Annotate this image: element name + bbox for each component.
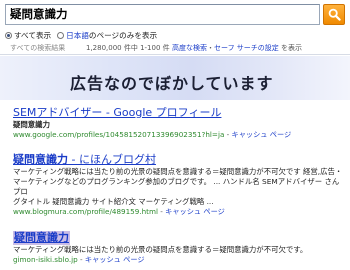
radio-all[interactable]: すべて表示 [5, 31, 51, 40]
radio-all-indicator[interactable] [5, 32, 12, 39]
result-snippet: 疑問意識力 [13, 120, 343, 130]
options-separator: ・ [207, 44, 214, 52]
radio-japanese[interactable]: 日本語のページのみを表示 [57, 31, 157, 40]
cache-link[interactable]: キャッシュ ページ [85, 255, 145, 264]
result-url-text: gimon-isiki.sblo.jp [13, 255, 78, 264]
radio-all-label: すべて表示 [14, 31, 52, 40]
search-result: 疑問意識力 - にほんブログ村 マーケティング戦略には当たり前の光景の疑問点を意… [13, 153, 343, 217]
search-result: SEMアドバイザー - Google プロフィール 疑問意識力 www.goog… [13, 106, 343, 140]
result-title-rest: - にほんブログ村 [68, 153, 156, 166]
search-icon [328, 8, 341, 21]
result-url-text: www.google.com/profiles/1045815207133969… [13, 130, 225, 139]
result-snippet: マーケティング戦略には当たり前の光景の疑問点を意識する＝疑問意識力が不可欠です … [13, 167, 343, 207]
result-title-bold: 疑問意識力 [14, 231, 69, 244]
result-url: www.google.com/profiles/1045815207133969… [13, 130, 292, 139]
result-url: www.blogmura.com/profile/489159.html - キ… [13, 207, 225, 216]
radio-japanese-label[interactable]: 日本語 [66, 31, 89, 40]
ad-banner: 広告なのでぼかしています [0, 56, 350, 100]
result-title-link[interactable]: 疑問意識力 [13, 231, 70, 245]
search-button[interactable] [323, 4, 345, 25]
result-snippet: マーケティング戦略には当たり前の光景の疑問点を意識する＝疑問意識力が不可欠です。 [13, 245, 308, 254]
cache-link[interactable]: キャッシュ ページ [232, 130, 292, 139]
search-input[interactable]: 疑問意識力 [5, 4, 320, 25]
result-title-bold: 疑問意識力 [13, 153, 68, 166]
result-snippet-line2: グタイトル 疑問意識力 サイト紹介文 マーケティング戦略 ... [13, 197, 214, 206]
result-title-link[interactable]: SEMアドバイザー - Google プロフィール [13, 106, 343, 120]
advanced-search-link[interactable]: 高度な検索 [172, 44, 207, 52]
language-filter: すべて表示 日本語のページのみを表示 [5, 30, 163, 41]
result-snippet-line1: マーケティング戦略には当たり前の光景の疑問点を意識する＝疑問意識力が不可欠です … [13, 167, 343, 196]
radio-japanese-suffix: のページのみを表示 [88, 31, 158, 40]
ad-banner-text: 広告なのでぼかしています [70, 74, 274, 93]
result-url-text: www.blogmura.com/profile/489159.html [13, 207, 158, 216]
safe-search-suffix: を表示 [278, 44, 303, 52]
result-snippet-bold: 疑問意識力 [13, 120, 50, 129]
cache-link[interactable]: キャッシュ ページ [165, 207, 225, 216]
result-url: gimon-isiki.sblo.jp - キャッシュ ページ [13, 255, 145, 264]
results-count: 1,280,000 件中 1-100 件 [86, 44, 170, 52]
search-bar: 疑問意識力 [5, 4, 345, 26]
search-options: 高度な検索・セーフ サーチの設定 を表示 [172, 43, 302, 53]
radio-japanese-indicator[interactable] [57, 32, 65, 39]
result-title-link[interactable]: 疑問意識力 - にほんブログ村 [13, 153, 343, 167]
results-scope-label: すべての検索結果 [10, 44, 66, 52]
search-result: 疑問意識力 マーケティング戦略には当たり前の光景の疑問点を意識する＝疑問意識力が… [13, 226, 343, 265]
safe-search-link[interactable]: セーフ サーチの設定 [214, 44, 279, 52]
results-info-bar: すべての検索結果 1,280,000 件中 1-100 件 高度な検索・セーフ … [0, 41, 350, 55]
